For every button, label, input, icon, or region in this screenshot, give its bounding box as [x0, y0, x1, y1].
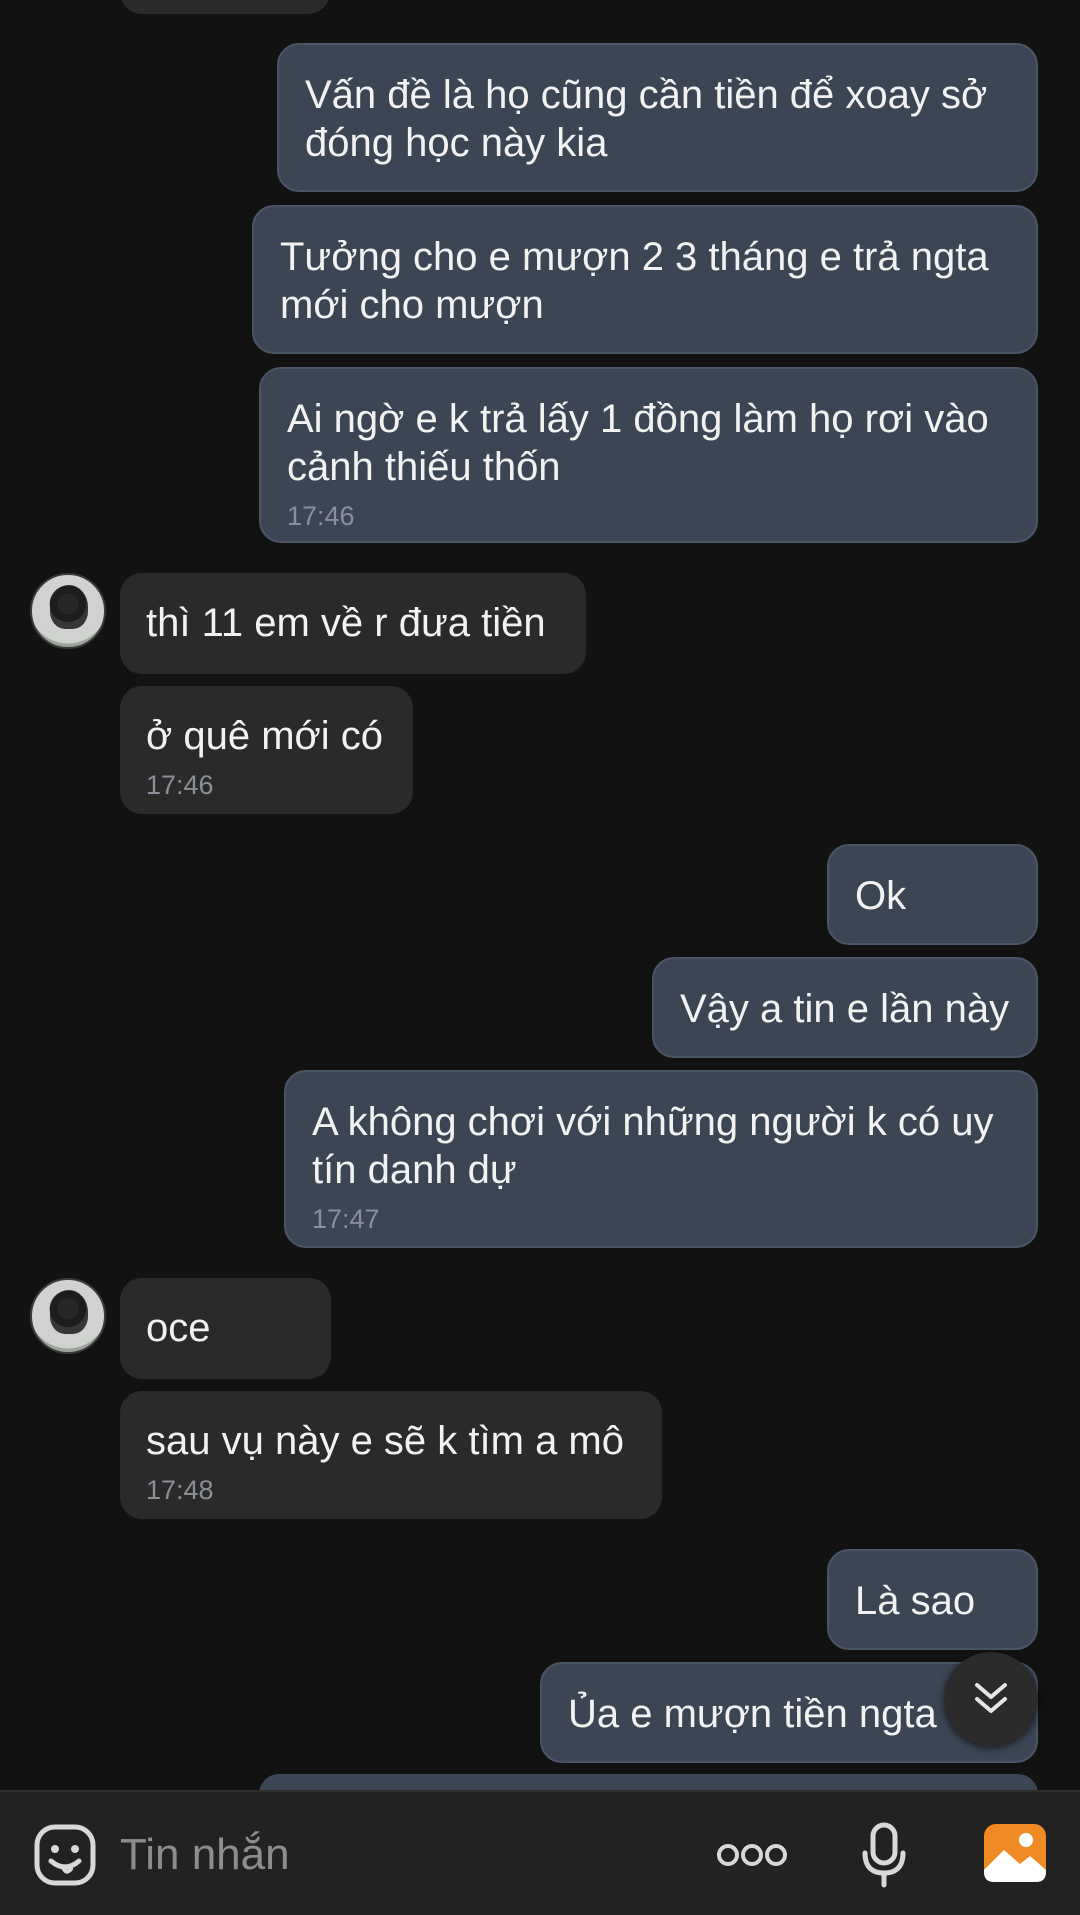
- contact-avatar[interactable]: [30, 1278, 106, 1354]
- message-bubble-incoming[interactable]: sau vụ này e sẽ k tìm a mô 17:48: [120, 1391, 662, 1519]
- message-text: Vậy a tin e lần này: [680, 987, 1010, 1031]
- message-bubble-incoming[interactable]: thì 11 em về r đưa tiền: [120, 573, 586, 674]
- chat-area[interactable]: Vấn đề là họ cũng cần tiền để xoay sở đó…: [0, 0, 1080, 1790]
- message-timestamp: 17:48: [146, 1475, 214, 1505]
- message-timestamp: 17:46: [287, 501, 355, 531]
- message-text: oce: [146, 1306, 211, 1350]
- message-input[interactable]: Tin nhắn: [120, 1820, 290, 1890]
- message-text: Ok: [855, 874, 907, 918]
- message-bubble-outgoing[interactable]: Là sao: [827, 1549, 1038, 1650]
- more-options-button[interactable]: [712, 1830, 792, 1880]
- image-icon: [984, 1824, 1046, 1882]
- message-text: ở quê mới có: [146, 714, 383, 758]
- message-bubble-outgoing[interactable]: Ok: [827, 844, 1038, 945]
- next-message-peek: [259, 1774, 1038, 1790]
- message-bubble-outgoing[interactable]: A không chơi với những người k có uy tín…: [284, 1070, 1038, 1248]
- message-text: A không chơi với những người k có uy tín…: [312, 1100, 994, 1192]
- image-picker-button[interactable]: [980, 1818, 1050, 1888]
- more-options-icon: [717, 1844, 787, 1866]
- message-text: Ai ngờ e k trả lấy 1 đồng làm họ rơi vào…: [287, 397, 989, 489]
- message-bubble-incoming[interactable]: oce: [120, 1278, 331, 1379]
- scroll-to-bottom-button[interactable]: [944, 1652, 1038, 1746]
- message-text: sau vụ này e sẽ k tìm a mô: [146, 1419, 624, 1463]
- message-bubble-incoming[interactable]: ở quê mới có 17:46: [120, 686, 413, 814]
- message-text: Là sao: [855, 1579, 976, 1623]
- message-text: Vấn đề là họ cũng cần tiền để xoay sở đó…: [305, 73, 988, 165]
- message-bubble-outgoing[interactable]: Vấn đề là họ cũng cần tiền để xoay sở đó…: [277, 43, 1038, 192]
- message-text: thì 11 em về r đưa tiền: [146, 601, 546, 645]
- message-bubble-outgoing[interactable]: Vậy a tin e lần này: [652, 957, 1038, 1058]
- sticker-button[interactable]: [30, 1820, 100, 1890]
- message-timestamp: 17:46: [146, 770, 214, 800]
- contact-avatar[interactable]: [30, 573, 106, 649]
- message-bubble-outgoing[interactable]: Tưởng cho e mượn 2 3 tháng e trả ngta mớ…: [252, 205, 1038, 354]
- message-composer: Tin nhắn: [0, 1790, 1080, 1915]
- previous-message-peek: [120, 0, 330, 14]
- double-chevron-down-icon: [975, 1683, 1007, 1713]
- microphone-icon: [862, 1822, 906, 1888]
- microphone-button[interactable]: [854, 1818, 914, 1892]
- sticker-icon: [34, 1824, 96, 1886]
- message-bubble-outgoing[interactable]: Ai ngờ e k trả lấy 1 đồng làm họ rơi vào…: [259, 367, 1038, 543]
- message-text: Tưởng cho e mượn 2 3 tháng e trả ngta mớ…: [280, 235, 989, 327]
- message-timestamp: 17:47: [312, 1204, 380, 1234]
